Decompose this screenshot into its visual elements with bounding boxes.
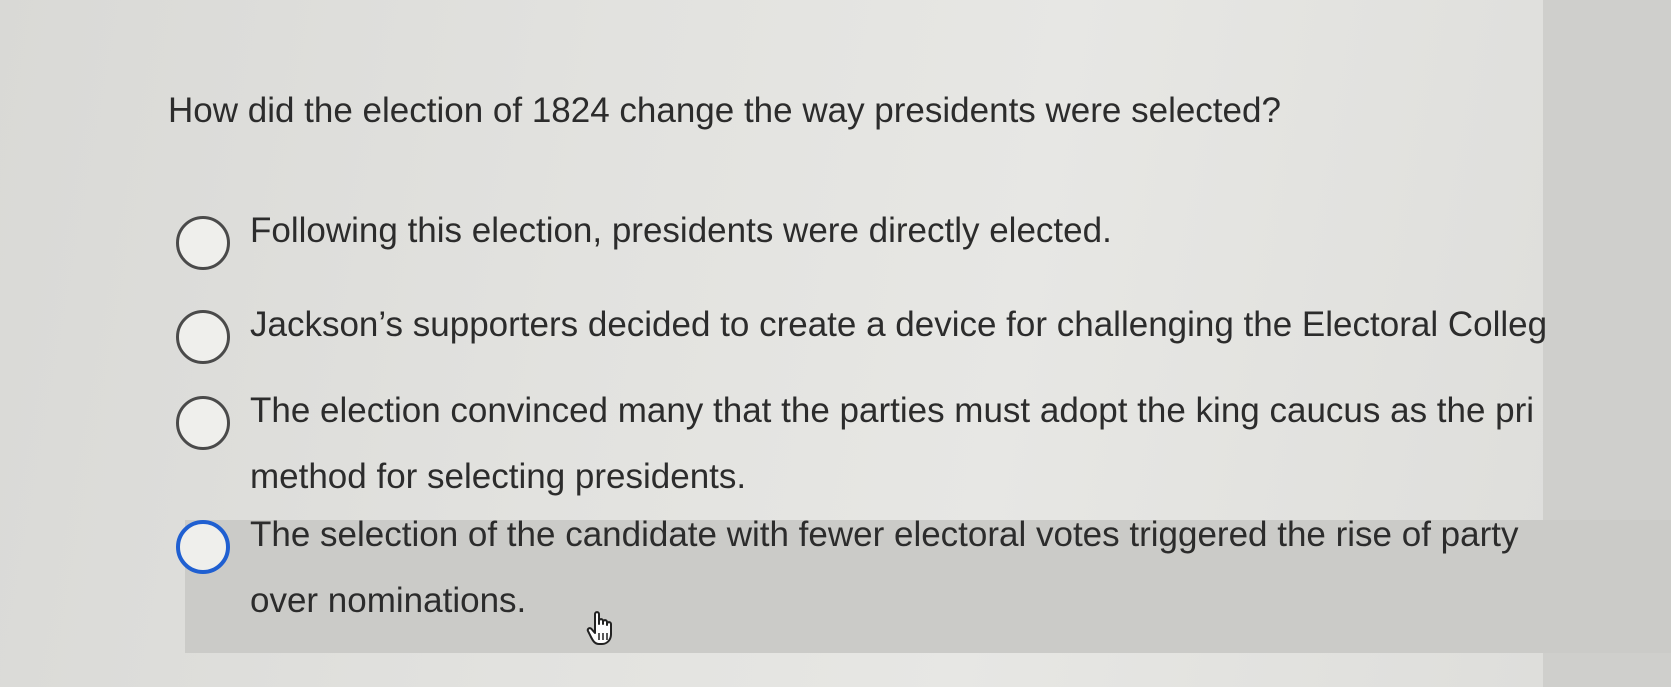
hand-cursor-icon — [586, 611, 612, 645]
radio-button-icon[interactable] — [176, 216, 230, 270]
radio-button-icon[interactable] — [176, 520, 230, 574]
radio-button-icon[interactable] — [176, 310, 230, 364]
answer-option-1[interactable]: Following this election, presidents were… — [176, 211, 1112, 282]
answer-option-3-label-line-1: The election convinced many that the par… — [250, 391, 1535, 430]
answer-option-3-label-line-2: method for selecting presidents. — [250, 457, 747, 496]
answer-option-4-label-line-1: The selection of the candidate with fewe… — [250, 515, 1519, 554]
answer-option-4-label-line-2: over nominations. — [250, 581, 527, 620]
answer-option-3-label: The election convinced many that the par… — [250, 378, 1534, 510]
answer-option-2[interactable]: Jackson’s supporters decided to create a… — [176, 305, 1547, 376]
answer-option-4-label: The selection of the candidate with fewe… — [250, 502, 1518, 634]
question-text: How did the election of 1824 change the … — [168, 91, 1281, 130]
answer-option-1-label: Following this election, presidents were… — [250, 211, 1112, 250]
answer-option-4[interactable]: The selection of the candidate with fewe… — [176, 515, 1518, 652]
radio-button-icon[interactable] — [176, 396, 230, 450]
answer-option-2-label: Jackson’s supporters decided to create a… — [250, 305, 1548, 344]
